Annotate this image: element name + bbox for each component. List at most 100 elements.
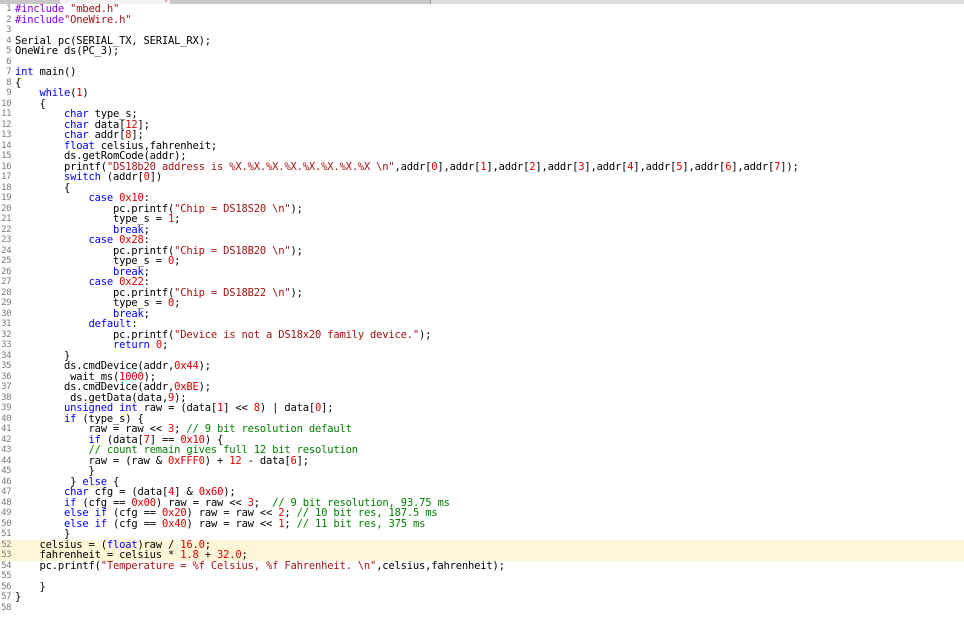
code-token: ); <box>198 360 211 372</box>
code-line[interactable]: 54 pc.printf("Temperature = %f Celsius, … <box>0 559 964 572</box>
code-token: ; <box>174 297 181 309</box>
line-number: 41 <box>1 424 11 434</box>
line-number: 36 <box>1 371 11 382</box>
code-line[interactable]: 7 int main() <box>0 67 964 78</box>
code-token: 0xFFF0 <box>168 454 205 467</box>
code-line[interactable]: 12 char data[12]; <box>0 119 964 131</box>
code-token: ; <box>174 255 181 267</box>
line-number: 43 <box>1 445 11 455</box>
fold-toggle-icon[interactable] <box>12 183 14 194</box>
line-number: 8 <box>6 77 11 88</box>
line-number: 20 <box>1 203 11 214</box>
code-token: (addr[ <box>100 171 144 183</box>
fold-toggle-icon[interactable] <box>12 78 14 89</box>
code-token: 0x44 <box>174 360 199 372</box>
code-token: raw = (data[ <box>137 402 218 414</box>
code-token: "OneWire.h" <box>63 13 132 26</box>
code-text: OneWire ds(PC_3); <box>15 46 119 57</box>
code-line[interactable]: 58 <box>0 603 964 614</box>
line-number: 3 <box>6 25 11 35</box>
line-number: 34 <box>1 350 11 361</box>
line-number: 54 <box>1 560 11 571</box>
code-line[interactable]: 45 } <box>0 466 964 477</box>
code-token: ) <box>82 87 89 99</box>
line-number: 56 <box>1 581 11 592</box>
code-line[interactable]: 4 Serial pc(SERIAL_TX, SERIAL_RX); <box>0 35 964 47</box>
code-token: "Chip = DS18B22 \n" <box>174 286 291 299</box>
code-line[interactable]: 39 unsigned int raw = (data[1] << 8) | d… <box>0 403 964 414</box>
code-token: ],addr[ <box>535 160 579 173</box>
code-token: ]) <box>149 171 162 183</box>
code-line[interactable]: 44 raw = (raw & 0xFFF0) + 12 - data[6]; <box>0 454 964 467</box>
code-token: ],addr[ <box>633 160 677 173</box>
code-line[interactable]: 56 } <box>0 581 964 593</box>
code-text: pc.printf("Temperature = %f Celsius, %f … <box>15 559 505 572</box>
line-number: 51 <box>1 529 11 539</box>
line-number: 28 <box>1 287 11 298</box>
line-number: 39 <box>1 403 11 413</box>
code-token: 0x40 <box>161 517 187 530</box>
code-token: ]); <box>780 160 799 173</box>
code-line[interactable]: 2 #include"OneWire.h" <box>0 13 964 26</box>
line-number: 47 <box>1 487 11 497</box>
line-number: 25 <box>1 256 11 266</box>
line-number: 16 <box>1 161 11 172</box>
line-number: 21 <box>1 214 11 224</box>
code-line[interactable]: 17 switch (addr[0]) <box>0 172 964 183</box>
line-number: 29 <box>1 298 11 308</box>
code-text: else if (cfg == 0x40) raw = raw << 1; //… <box>15 517 425 530</box>
code-line[interactable]: 57} <box>0 592 964 603</box>
code-line[interactable]: 5 OneWire ds(PC_3); <box>0 46 964 57</box>
code-editor[interactable]: 1 #include "mbed.h" 2 #include"OneWire.h" 3 4… <box>0 4 964 622</box>
code-line[interactable]: 55 <box>0 571 964 582</box>
line-number: 49 <box>1 508 11 518</box>
code-token: ); <box>290 244 303 257</box>
line-number: 7 <box>6 67 11 77</box>
line-number: 46 <box>1 476 11 487</box>
code-token: ] << <box>223 402 254 414</box>
code-token: #include <box>15 13 64 26</box>
code-token: ,addr[ <box>394 160 432 173</box>
line-number: 55 <box>1 571 11 581</box>
code-text: } <box>15 592 21 603</box>
code-token: ); <box>419 328 432 341</box>
code-token: if <box>94 517 107 530</box>
line-number: 57 <box>1 592 11 602</box>
code-line[interactable]: 9 while(1) <box>0 88 964 99</box>
code-token: ; <box>143 307 150 320</box>
line-number: 44 <box>1 455 11 466</box>
line-number: 13 <box>1 130 11 140</box>
line-number: 24 <box>1 245 11 256</box>
code-token: ) + <box>204 454 230 467</box>
line-number: 53 <box>1 550 11 560</box>
code-line[interactable]: 10 { <box>0 98 964 110</box>
line-number: 14 <box>1 140 11 151</box>
code-token: main() <box>33 66 77 78</box>
code-token: OneWire ds(PC_3); <box>15 45 120 57</box>
code-token: return <box>112 339 150 351</box>
line-number: 1 <box>6 4 11 14</box>
code-line[interactable]: 50 else if (cfg == 0x40) raw = raw << 1;… <box>0 517 964 530</box>
code-token: ; <box>174 213 181 225</box>
code-token: ; <box>284 517 297 530</box>
code-token: ; <box>161 339 169 351</box>
code-token: ],addr[ <box>731 160 775 173</box>
line-number: 45 <box>1 466 11 476</box>
code-line[interactable]: 33 return 0; <box>0 340 964 351</box>
code-token: ,celsius,fahrenheit); <box>376 559 505 572</box>
code-line[interactable]: 8{ <box>0 77 964 89</box>
fold-toggle-icon[interactable] <box>12 99 14 110</box>
line-number: 22 <box>1 224 11 235</box>
line-number: 33 <box>1 340 11 350</box>
code-line[interactable]: 30 break; <box>0 307 964 320</box>
code-line[interactable]: 1 #include "mbed.h" <box>0 4 964 15</box>
line-number: 6 <box>6 56 11 67</box>
line-number: 32 <box>1 329 11 340</box>
line-number: 38 <box>1 392 11 403</box>
line-number: 12 <box>1 119 11 130</box>
code-line[interactable]: 6 <box>0 57 964 68</box>
line-number: 5 <box>6 46 11 56</box>
line-number: 10 <box>1 98 11 109</box>
code-token: ]; <box>321 402 334 414</box>
code-token: ],addr[ <box>486 160 530 173</box>
